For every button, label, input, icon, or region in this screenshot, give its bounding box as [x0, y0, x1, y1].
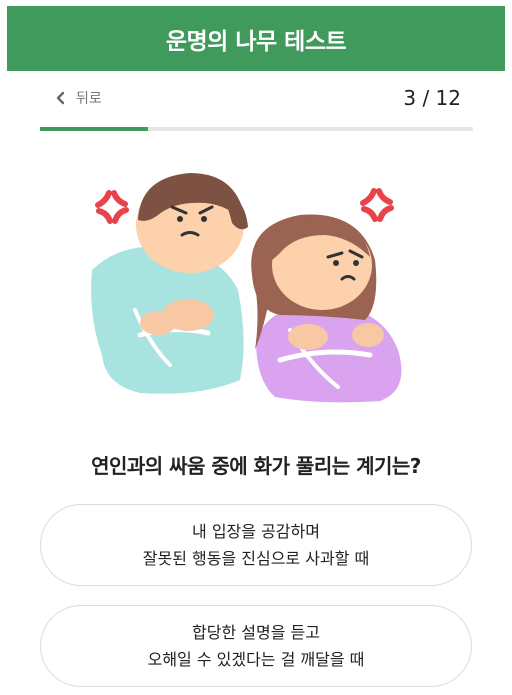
app-header: 운명의 나무 테스트 — [7, 6, 505, 71]
question-counter: 3 / 12 — [403, 86, 461, 110]
chevron-left-icon — [56, 91, 66, 105]
answer-option-2[interactable]: 합당한 설명을 듣고 오해일 수 있겠다는 걸 깨달을 때 — [40, 605, 472, 687]
question-nav: 뒤로 3 / 12 — [40, 80, 473, 120]
left-person — [91, 173, 248, 394]
answer-option-2-line-1: 합당한 설명을 듣고 — [192, 623, 320, 642]
answer-option-1[interactable]: 내 입장을 공감하며 잘못된 행동을 진심으로 사과할 때 — [40, 504, 472, 586]
back-label: 뒤로 — [76, 91, 102, 107]
anger-symbol-icon — [95, 190, 129, 224]
back-button[interactable]: 뒤로 — [56, 88, 102, 108]
anger-symbol-icon — [360, 188, 394, 222]
right-person — [251, 214, 402, 403]
couple-illustration — [80, 165, 432, 410]
progress-fill — [40, 127, 149, 131]
progress-bar — [40, 127, 473, 131]
answer-option-1-line-1: 내 입장을 공감하며 — [192, 522, 320, 541]
app-title: 운명의 나무 테스트 — [165, 28, 347, 55]
question-text: 연인과의 싸움 중에 화가 풀리는 계기는? — [91, 454, 421, 478]
answer-option-1-line-2: 잘못된 행동을 진심으로 사과할 때 — [142, 549, 370, 568]
answer-option-2-line-2: 오해일 수 있겠다는 걸 깨달을 때 — [147, 650, 365, 669]
